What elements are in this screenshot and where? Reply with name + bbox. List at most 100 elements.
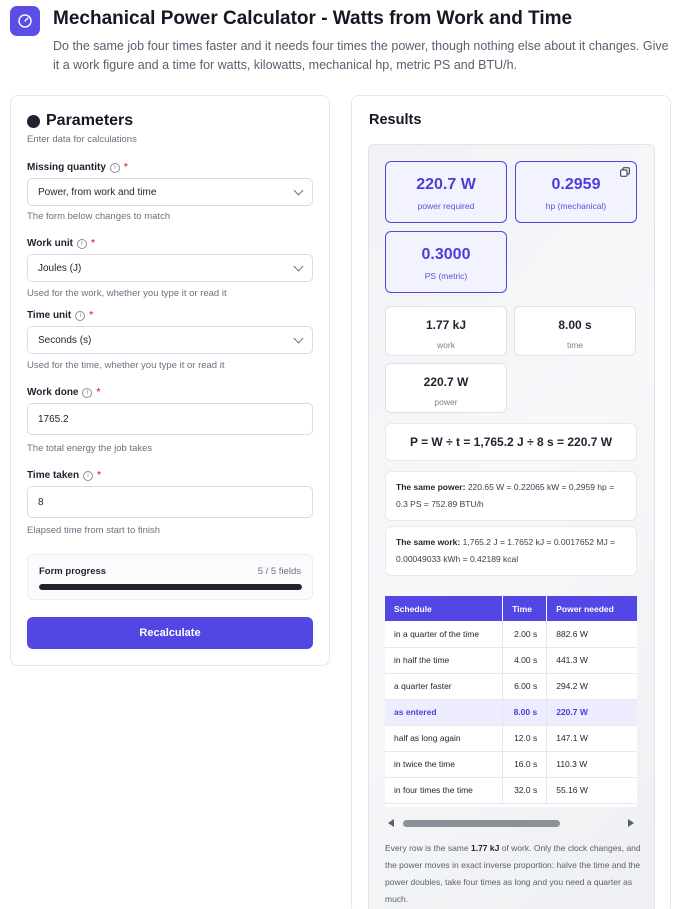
info-icon[interactable]: i (82, 387, 93, 398)
work-unit-select[interactable]: Joules (J) (27, 254, 313, 282)
page-title: Mechanical Power Calculator - Watts from… (53, 8, 573, 29)
time-taken-input[interactable] (27, 486, 313, 518)
work-tile: 1.77 kJ work (385, 306, 507, 356)
same-work-label: The same work: (396, 537, 461, 547)
table-header-row: Schedule Time Power needed (385, 596, 637, 621)
column-header: Power needed (546, 596, 637, 621)
work-done-value[interactable] (38, 413, 302, 425)
same-power-note: The same power: 220.65 W = 0.22065 kW = … (385, 471, 637, 521)
footnote-before: Every row is the same (385, 843, 471, 853)
required-mark: * (89, 310, 94, 321)
scroll-left-icon[interactable] (388, 819, 394, 827)
missing-quantity-label: Missing quantity i * (27, 162, 128, 173)
table-cell: 8.00 s (502, 699, 548, 726)
ps-tile: 0.3000 PS (metric) (385, 231, 507, 293)
table-row: half as long again 12.0 s 147.1 W (385, 725, 637, 752)
work-value: 1.77 kJ (425, 318, 467, 332)
table-cell: 220.7 W (546, 699, 637, 726)
formula: P = W ÷ t = 1,765.2 J ÷ 8 s = 220.7 W (385, 423, 637, 461)
table-cell: 16.0 s (502, 751, 548, 778)
form-progress-count: 5 / 5 fields (257, 566, 301, 577)
time-unit-label: Time unit i * (27, 310, 94, 321)
info-icon[interactable]: i (109, 162, 120, 173)
time-unit-hint: Used for the time, whether you type it o… (27, 360, 225, 371)
table-cell: half as long again (385, 725, 504, 752)
recalculate-button[interactable]: Recalculate (27, 617, 313, 649)
table-cell: 4.00 s (502, 647, 548, 674)
work-unit: work (437, 340, 455, 350)
table-cell: 147.1 W (546, 725, 637, 752)
footnote-bold: 1.77 kJ (470, 843, 500, 853)
parameters-heading: Parameters (27, 112, 133, 130)
power-plain-unit: power (434, 397, 458, 407)
horizontal-scrollbar[interactable] (385, 816, 637, 830)
table-row: in a quarter of the time 2.00 s 882.6 W (385, 621, 637, 648)
hp-value: 0.2959 (551, 176, 601, 193)
table-row: in twice the time 16.0 s 110.3 W (385, 751, 637, 778)
schedule-table-wrap[interactable]: Schedule Time Power needed in a quarter … (385, 596, 637, 807)
parameters-card: Parameters Enter data for calculations M… (10, 95, 330, 666)
page-subtitle: Do the same job four times faster and it… (53, 39, 669, 72)
results-title: Results (369, 112, 422, 128)
time-unit-select[interactable]: Seconds (s) (27, 326, 313, 354)
table-cell: 110.3 W (546, 751, 637, 778)
app-logo (10, 6, 40, 36)
table-cell: 55.16 W (546, 777, 637, 804)
parameters-subtitle: Enter data for calculations (27, 134, 137, 145)
table-row-highlighted: as entered 8.00 s 220.7 W (385, 699, 637, 726)
scroll-thumb[interactable] (403, 820, 560, 827)
work-done-label: Work done i * (27, 387, 101, 398)
results-card: Results 220.7 W power required 0.2959 hp… (351, 95, 671, 909)
info-icon[interactable]: i (75, 310, 86, 321)
power-value: 220.7 W (416, 176, 476, 193)
table-cell: 441.3 W (546, 647, 637, 674)
table-cell: 6.00 s (502, 673, 548, 700)
required-mark: * (97, 470, 101, 481)
form-progress-label: Form progress (39, 566, 107, 577)
required-mark: * (96, 387, 101, 398)
time-taken-value[interactable] (38, 496, 302, 508)
power-unit: power required (417, 201, 475, 211)
parameters-title: Parameters (46, 112, 134, 129)
form-progress: Form progress 5 / 5 fields (27, 554, 313, 600)
same-work-note: The same work: 1,765.2 J = 1.7652 kJ = 0… (385, 526, 637, 576)
work-unit-label: Work unit i * (27, 238, 95, 249)
ps-value: 0.3000 (421, 246, 471, 263)
table-cell: a quarter faster (385, 673, 504, 700)
power-plain-value: 220.7 W (423, 375, 469, 389)
time-value: 8.00 s (558, 318, 592, 332)
work-done-input[interactable] (27, 403, 313, 435)
chevron-down-icon (293, 261, 304, 271)
column-header: Time (502, 596, 548, 621)
ps-unit: PS (metric) (424, 271, 468, 281)
schedule-footnote: Every row is the same 1.77 kJ of work. O… (385, 840, 641, 908)
table-row: a quarter faster 6.00 s 294.2 W (385, 673, 637, 700)
scroll-right-icon[interactable] (628, 819, 634, 827)
work-unit-hint: Used for the work, whether you type it o… (27, 288, 227, 299)
required-mark: * (90, 238, 95, 249)
progress-track (39, 584, 302, 590)
table-row: in half the time 4.00 s 441.3 W (385, 647, 637, 674)
column-header: Schedule (385, 596, 504, 621)
table-cell: 12.0 s (502, 725, 548, 752)
table-cell: in half the time (385, 647, 504, 674)
time-taken-label: Time taken i * (27, 470, 101, 481)
time-taken-hint: Elapsed time from start to finish (27, 525, 161, 536)
time-unit: time (566, 340, 584, 350)
table-row: in four times the time 32.0 s 55.16 W (385, 777, 637, 804)
power-tile: 220.7 W power required (385, 161, 507, 223)
chevron-down-icon (293, 333, 304, 343)
copy-icon[interactable] (620, 167, 630, 177)
table-cell: in twice the time (385, 751, 504, 778)
info-icon[interactable]: i (83, 470, 94, 481)
info-icon[interactable]: i (76, 238, 87, 249)
missing-quantity-select[interactable]: Power, from work and time (27, 178, 313, 206)
table-cell: in four times the time (385, 777, 504, 804)
chevron-down-icon (293, 185, 304, 195)
missing-quantity-hint: The form below changes to match (27, 211, 171, 222)
required-mark: * (123, 162, 128, 173)
globe-icon (27, 114, 40, 128)
table-cell: as entered (385, 699, 504, 726)
table-cell: 882.6 W (546, 621, 637, 648)
table-cell: 32.0 s (502, 777, 548, 804)
